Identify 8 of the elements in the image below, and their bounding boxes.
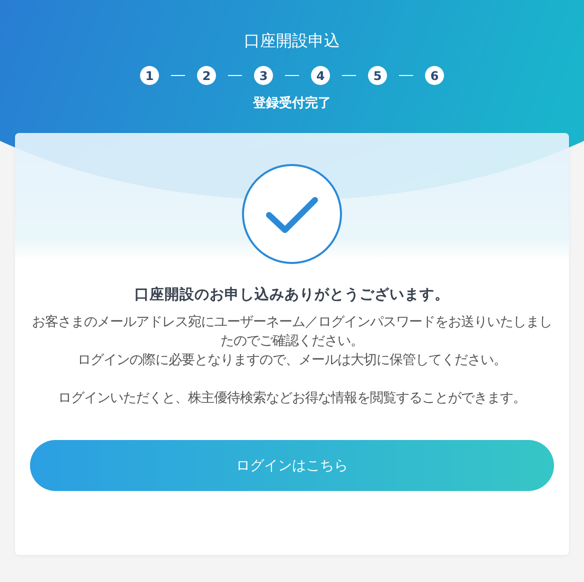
login-button[interactable]: ログインはこちら xyxy=(30,440,554,491)
step-status: 登録受付完了 xyxy=(253,94,331,112)
thank-you-heading: 口座開設のお申し込みありがとうございます。 xyxy=(134,285,450,305)
message-text: ログインの際に必要となりますので、メールは大切に保管してください。 xyxy=(76,352,508,370)
message-text: お客さまのメールアドレス宛にユーザーネーム／ログインパスワードをお送りいたしましたのでご確認ください。 xyxy=(31,314,553,351)
checkmark-icon xyxy=(241,163,343,265)
message-text: ログインいただくと、株主優待検索などお得な情報を閲覧することができます。 xyxy=(57,390,527,408)
page-title: 口座開設申込 xyxy=(244,30,340,52)
